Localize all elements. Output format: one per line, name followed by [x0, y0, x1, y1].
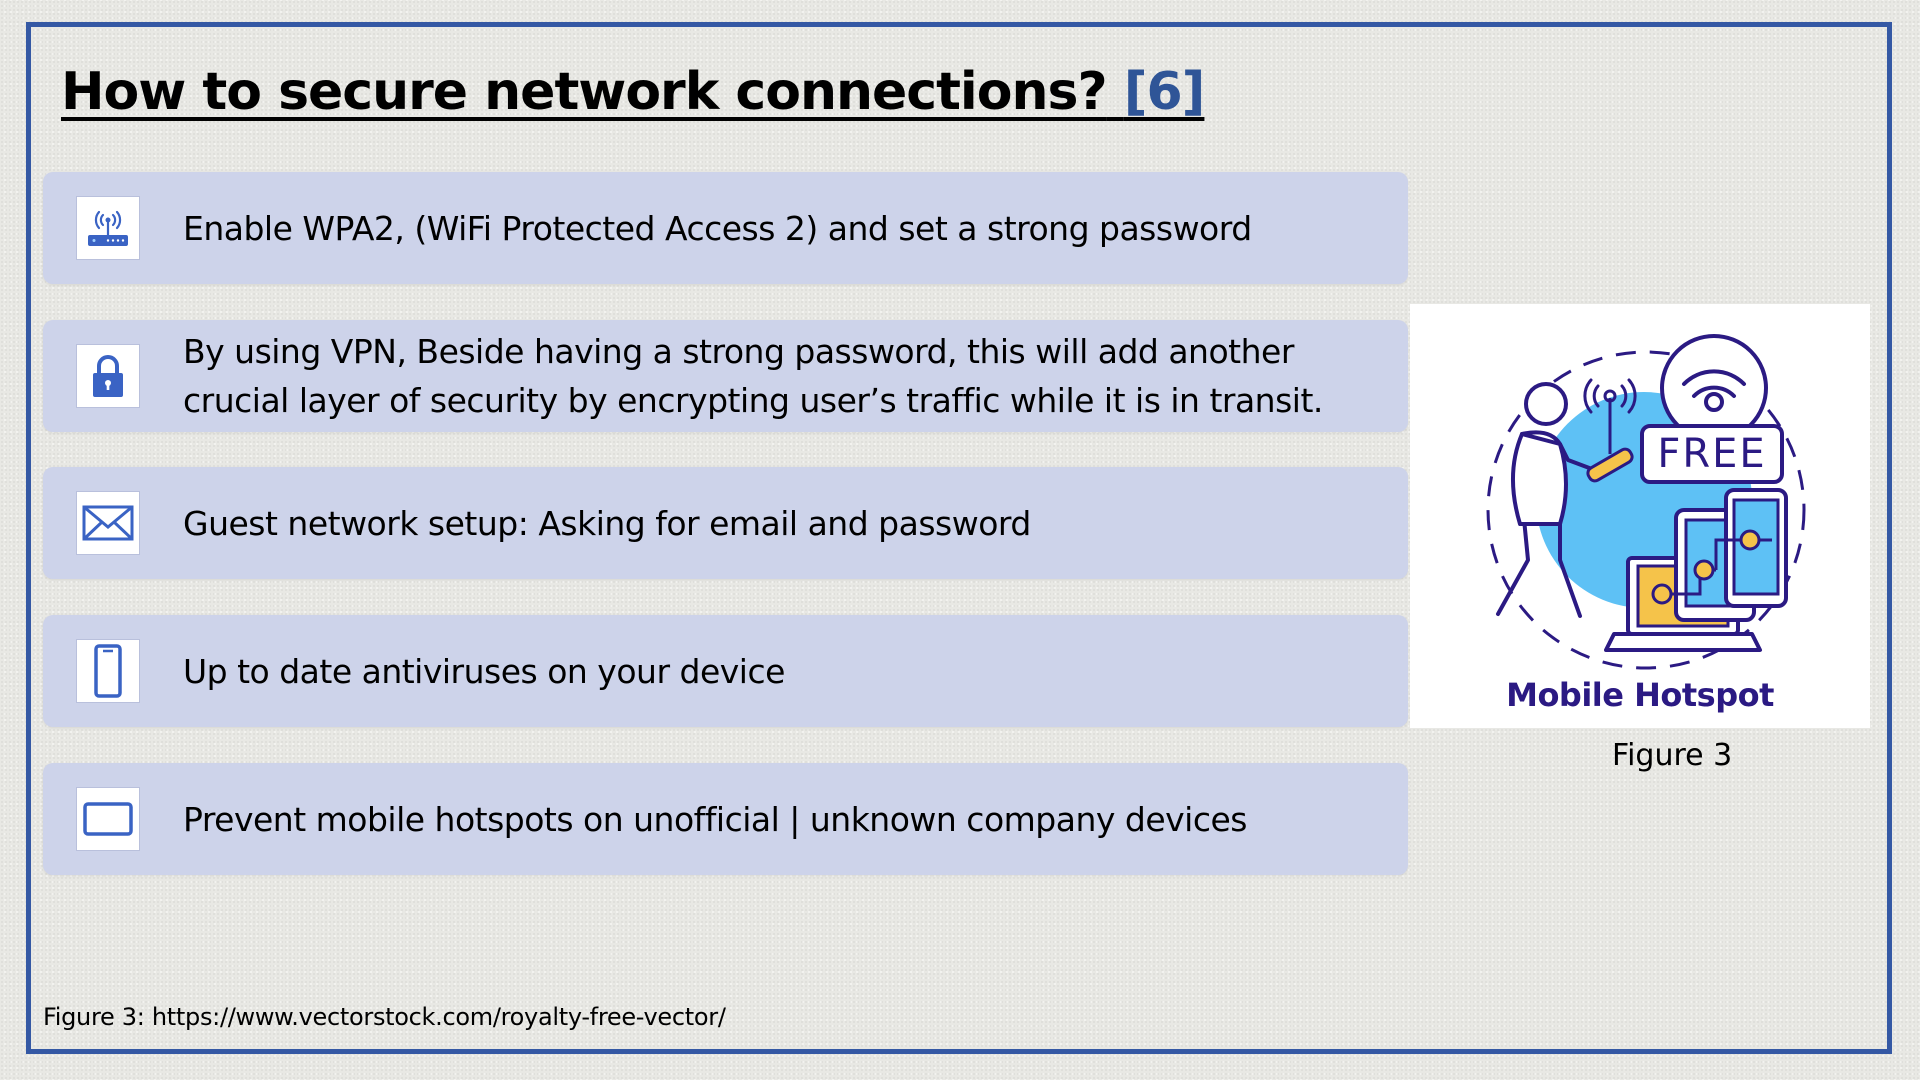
title-reference-link[interactable]: [6]: [1124, 62, 1206, 122]
laptop-icon: [76, 787, 140, 851]
list-item-vpn: By using VPN, Beside having a strong pas…: [43, 320, 1408, 432]
title-text: How to secure network connections?: [61, 62, 1108, 122]
figure-caption: Figure 3: [1612, 738, 1733, 773]
list-item-text: Enable WPA2, (WiFi Protected Access 2) a…: [183, 208, 1252, 248]
list-item-text: Prevent mobile hotspots on unofficial | …: [183, 799, 1247, 839]
wifi-router-icon: [76, 196, 140, 260]
slide-title: How to secure network connections? [6]: [61, 62, 1206, 122]
list-item-guest-network: Guest network setup: Asking for email an…: [43, 467, 1408, 579]
phone-icon: [76, 639, 140, 703]
free-badge-text: FREE: [1657, 431, 1766, 477]
list-item-text: Guest network setup: Asking for email an…: [183, 503, 1031, 543]
list-item-wpa2: Enable WPA2, (WiFi Protected Access 2) a…: [43, 172, 1408, 284]
list-item-text: Up to date antiviruses on your device: [183, 651, 785, 691]
lock-icon: [76, 344, 140, 408]
list-item-hotspots: Prevent mobile hotspots on unofficial | …: [43, 763, 1408, 875]
mobile-hotspot-illustration: FREE: [1486, 334, 1806, 670]
source-note: Figure 3: https://www.vectorstock.com/ro…: [43, 1003, 726, 1031]
envelope-icon: [76, 491, 140, 555]
mobile-hotspot-figure: FREE Mobile Hotspot: [1410, 304, 1870, 728]
figure-label: Mobile Hotspot: [1506, 676, 1774, 714]
list-item-antivirus: Up to date antiviruses on your device: [43, 615, 1408, 727]
list-item-text: By using VPN, Beside having a strong pas…: [183, 332, 1323, 420]
